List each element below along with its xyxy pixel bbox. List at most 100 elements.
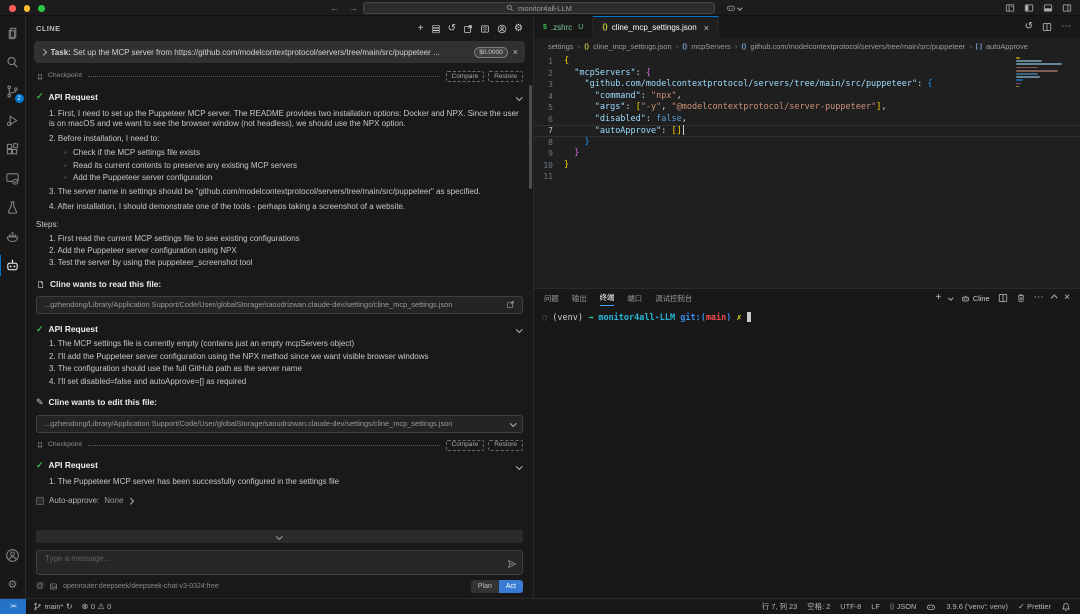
close-tab-icon[interactable]: × [704, 23, 709, 33]
settings-gear-icon[interactable]: ⚙ [0, 572, 26, 598]
docker-icon[interactable] [0, 222, 26, 251]
explorer-icon[interactable] [0, 19, 26, 48]
message-input[interactable] [37, 550, 522, 574]
code-line[interactable]: 5 "args": ["-y", "@modelcontextprotocol/… [534, 102, 1080, 114]
edit-file-path[interactable]: ...gzhendong/Library/Application Support… [36, 414, 523, 433]
restore-button[interactable]: Restore [488, 439, 523, 452]
command-center-search[interactable]: monitor4all-LLM [363, 2, 715, 14]
toggle-panel-icon[interactable] [1043, 3, 1053, 13]
code-line[interactable]: 11 [534, 171, 1080, 183]
split-terminal-icon[interactable] [998, 293, 1008, 303]
open-in-editor-icon[interactable] [463, 24, 473, 34]
minimap[interactable] [1016, 57, 1068, 88]
language-mode[interactable]: {} JSON [890, 602, 917, 611]
copilot-status-icon[interactable] [926, 602, 936, 612]
copilot-menu[interactable] [726, 3, 743, 13]
nav-forward-icon[interactable]: → [349, 0, 358, 16]
tab-terminal[interactable]: 终端 [599, 290, 615, 306]
code-editor[interactable]: 1{ 2 "mcpServers": { 3 "github.com/model… [534, 54, 1080, 288]
more-actions-icon[interactable]: ⋯ [1034, 293, 1044, 303]
model-selector[interactable]: openrouter:deepseek/deepseek-chat-v3-032… [63, 582, 219, 591]
tab-output[interactable]: 输出 [572, 291, 587, 306]
mention-icon[interactable]: @ [36, 581, 44, 591]
settings-icon[interactable]: ⚙ [514, 23, 523, 34]
scroll-to-bottom-bar[interactable] [36, 529, 523, 543]
chat-scroll-area[interactable]: Checkpoint Compare Restore ✓ API Request… [26, 63, 533, 598]
search-icon[interactable] [0, 48, 26, 77]
account-icon[interactable] [497, 24, 507, 34]
encoding[interactable]: UTF-8 [840, 602, 861, 611]
run-debug-icon[interactable] [0, 106, 26, 135]
cline-icon[interactable] [0, 251, 26, 280]
tab-ports[interactable]: 端口 [627, 291, 642, 306]
sidebar-scrollbar[interactable] [529, 85, 532, 189]
code-line[interactable]: 8 } [534, 137, 1080, 149]
api-request-header[interactable]: ✓ API Request [36, 91, 523, 103]
tab-zshrc[interactable]: $ .zshrc U [534, 16, 594, 38]
read-file-path[interactable]: ...gzhendong/Library/Application Support… [36, 295, 523, 314]
breadcrumb-item[interactable]: cline_mcp_settings.json [593, 42, 671, 51]
image-icon[interactable] [49, 582, 58, 591]
code-line[interactable]: 3 "github.com/modelcontextprotocol/serve… [534, 79, 1080, 91]
restore-button[interactable]: Restore [488, 71, 523, 83]
send-icon[interactable] [507, 559, 517, 569]
indentation[interactable]: 空格: 2 [807, 601, 830, 612]
auto-approve-row[interactable]: Auto-approve: None [36, 496, 523, 506]
git-branch-status[interactable]: main* ↻ [33, 602, 73, 611]
breadcrumb-item[interactable]: settings [548, 42, 573, 51]
tab-cline-mcp-settings[interactable]: {} cline_mcp_settings.json × [593, 16, 719, 38]
task-header[interactable]: Task: Set up the MCP server from https:/… [34, 41, 525, 63]
nav-back-icon[interactable]: ← [330, 0, 339, 16]
kill-terminal-icon[interactable] [1016, 293, 1026, 303]
code-line-current[interactable]: 7 "autoApprove": [] [534, 125, 1080, 137]
api-request-header[interactable]: ✓ API Request [36, 460, 523, 472]
more-actions-icon[interactable]: ⋯ [1061, 22, 1071, 32]
code-line[interactable]: 6 "disabled": false, [534, 114, 1080, 126]
compare-button[interactable]: Compare [445, 439, 485, 452]
formatter-status[interactable]: ✓ Prettier [1018, 602, 1051, 611]
plan-mode-button[interactable]: Plan [470, 579, 499, 593]
mcp-servers-icon[interactable] [431, 24, 441, 34]
new-task-icon[interactable]: + [418, 23, 424, 34]
docs-icon[interactable] [480, 24, 490, 34]
extensions-icon[interactable] [0, 135, 26, 164]
toggle-primary-sidebar-icon[interactable] [1024, 3, 1034, 13]
customize-layout-icon[interactable] [1005, 3, 1015, 13]
api-request-header[interactable]: ✓ API Request [36, 324, 523, 336]
terminal-profile-dropdown-icon[interactable] [948, 295, 954, 301]
task-close-icon[interactable]: × [513, 47, 518, 57]
toggle-secondary-sidebar-icon[interactable] [1062, 3, 1072, 13]
python-interpreter[interactable]: 3.9.6 ('venv': venv) [946, 602, 1008, 611]
breadcrumb-item[interactable]: autoApprove [986, 42, 1028, 51]
remote-explorer-icon[interactable] [0, 164, 26, 193]
code-line[interactable]: 10} [534, 160, 1080, 172]
close-panel-icon[interactable]: × [1064, 293, 1070, 303]
minimize-window-button[interactable] [23, 5, 30, 12]
close-window-button[interactable] [9, 5, 16, 12]
code-line[interactable]: 4 "command": "npx", [534, 91, 1080, 103]
testing-icon[interactable] [0, 193, 26, 222]
act-mode-button[interactable]: Act [498, 579, 523, 593]
terminal[interactable]: ○ (venv) → monitor4all-LLM git:(main) ✗ [534, 307, 1080, 598]
notifications-bell-icon[interactable] [1061, 602, 1071, 612]
code-line[interactable]: 1{ [534, 56, 1080, 68]
remote-indicator[interactable]: >< [0, 599, 26, 614]
source-control-icon[interactable]: 2 [0, 77, 26, 106]
timeline-icon[interactable]: ↺ [1025, 22, 1033, 32]
tab-problems[interactable]: 问题 [544, 291, 559, 306]
zoom-window-button[interactable] [38, 5, 45, 12]
accounts-icon[interactable] [0, 541, 26, 570]
history-icon[interactable]: ↺ [448, 23, 456, 34]
cursor-position[interactable]: 行 7, 列 23 [762, 601, 797, 612]
tab-debug-console[interactable]: 调试控制台 [655, 291, 692, 306]
auto-approve-checkbox[interactable] [36, 497, 44, 506]
cline-terminal-indicator[interactable]: Cline [961, 294, 990, 303]
breadcrumb-item[interactable]: mcpServers [691, 42, 730, 51]
eol-sequence[interactable]: LF [871, 602, 880, 611]
external-link-icon[interactable] [506, 300, 515, 309]
code-line[interactable]: 9 } [534, 148, 1080, 160]
maximize-panel-icon[interactable] [1050, 294, 1058, 302]
compare-button[interactable]: Compare [445, 71, 485, 83]
new-terminal-icon[interactable]: + [935, 293, 941, 303]
split-editor-icon[interactable] [1042, 22, 1052, 32]
